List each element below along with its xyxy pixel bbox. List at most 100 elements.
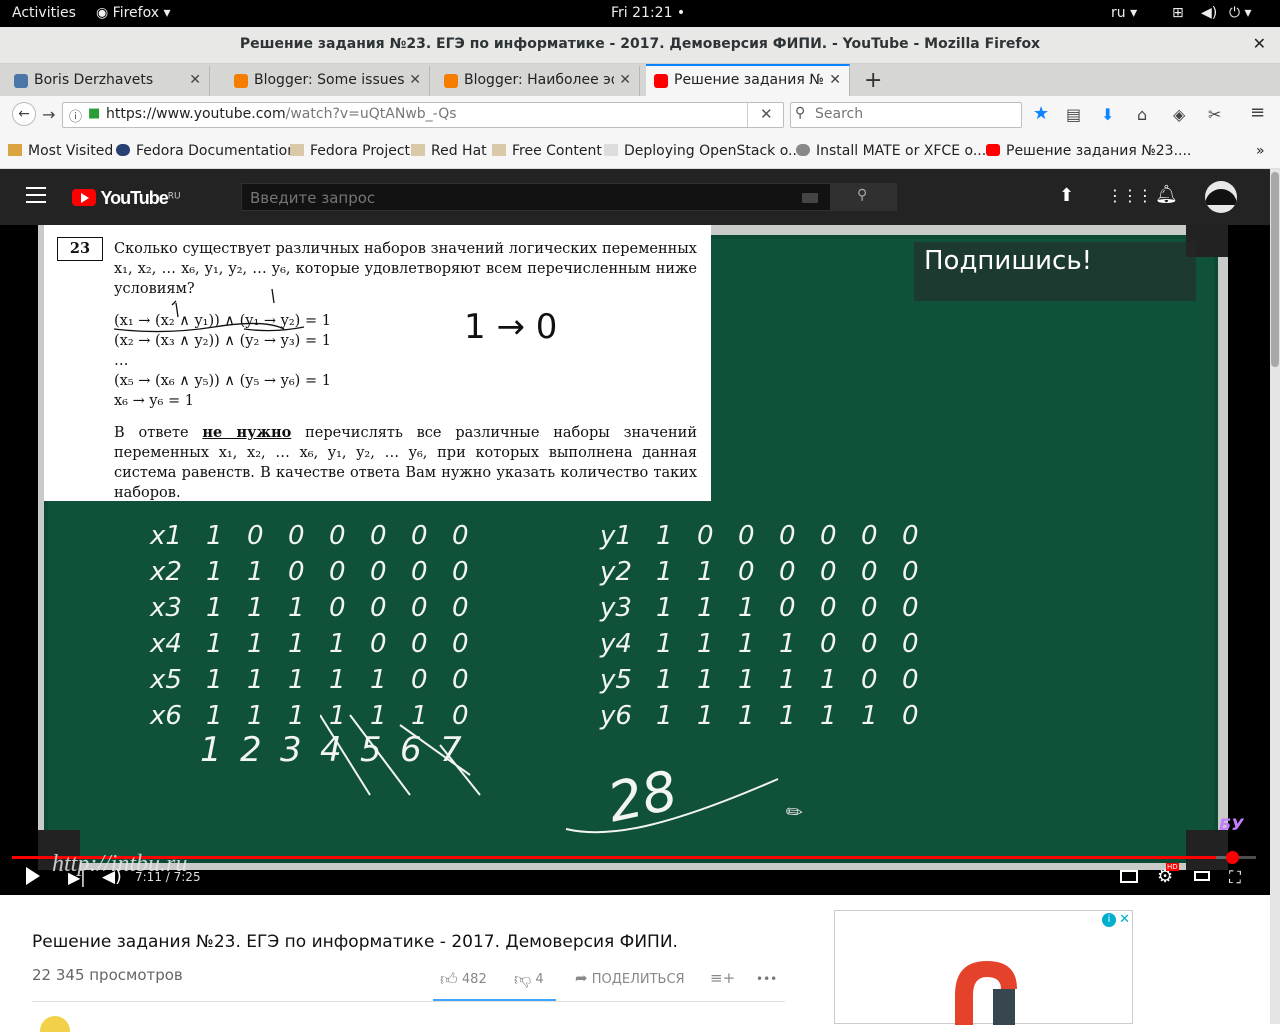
back-icon[interactable]: ← [12, 102, 36, 126]
keyboard-icon[interactable] [802, 193, 818, 203]
like-count: 482 [461, 972, 487, 987]
bookmark-label: Deploying OpenStack o... [624, 143, 802, 159]
subtitles-icon[interactable] [1120, 870, 1138, 883]
bookmark-deploying-openstack[interactable]: Deploying OpenStack o... [604, 143, 801, 159]
avatar[interactable] [1205, 181, 1237, 213]
chalk-cell: 1 [820, 701, 837, 731]
chalk-cell: 1 [779, 701, 796, 731]
tab-strip: Boris Derzhavets ✕ Blogger: Some issues … [0, 64, 1280, 96]
fullscreen-icon[interactable]: ⛶ [1229, 868, 1241, 888]
chalk-cell: 1 [656, 593, 673, 623]
search-box[interactable]: ⚲ [790, 102, 1022, 128]
share-button[interactable]: ➦ ПОДЕЛИТЬСЯ [575, 969, 685, 987]
ad-info-icon[interactable]: i [1102, 913, 1116, 927]
clear-url-icon[interactable]: ✕ [760, 105, 773, 123]
ad-banner[interactable]: i ✕ [834, 910, 1133, 1025]
youtube-search-button[interactable]: ⚲ [831, 183, 897, 211]
bookmark-star-icon[interactable]: ★ [1033, 103, 1049, 124]
dislike-button[interactable]: 👎︎ 4 [514, 969, 544, 990]
notifications-bell-icon[interactable]: 🔔︎ [1155, 184, 1178, 205]
url-bar[interactable]: ⓘ ■ https://www.youtube.com/watch?v=uQtA… [62, 102, 784, 128]
chalk-strikethroughs [320, 714, 481, 796]
bookmark-red-hat[interactable]: Red Hat [411, 143, 487, 159]
download-icon[interactable]: ⬇ [1101, 105, 1114, 124]
play-icon[interactable] [26, 867, 40, 885]
language-indicator[interactable]: ru ▾ [1111, 5, 1137, 21]
chalk-row-label: x2 [150, 557, 182, 587]
tab-label: Blogger: Наиболее эфф [464, 72, 614, 88]
more-actions-button[interactable]: ••• [756, 972, 777, 986]
screenshot-icon[interactable]: ✂ [1208, 105, 1221, 124]
progress-bar[interactable] [12, 856, 1256, 859]
tab-blogger-issues[interactable]: Blogger: Some issues re ✕ [226, 66, 430, 96]
chalk-cell: 1 [206, 593, 223, 623]
bookmark-fedora-project[interactable]: Fedora Project [290, 143, 410, 159]
bookmarks-overflow-icon[interactable]: » [1256, 143, 1265, 159]
forward-icon[interactable]: → [42, 105, 55, 124]
tab-close-icon[interactable]: ✕ [409, 72, 421, 88]
add-to-playlist-icon[interactable]: ≡+ [710, 969, 735, 987]
bookmark-fedora-docs[interactable]: Fedora Documentation [116, 143, 296, 159]
chalk-cell: 0 [902, 701, 919, 731]
pocket-icon[interactable]: ◈ [1173, 105, 1185, 124]
chalk-cell: 1 [861, 701, 878, 731]
channel-watermark-logo[interactable]: БУ [1219, 815, 1244, 834]
upload-icon[interactable]: ⬆ [1059, 185, 1074, 206]
tab-blogger-effective[interactable]: Blogger: Наиболее эфф ✕ [436, 66, 640, 96]
chalk-cell: 0 [738, 557, 755, 587]
channel-avatar[interactable] [40, 1016, 70, 1032]
chalk-cell: 1 [288, 629, 305, 659]
info-icon[interactable]: ⓘ [69, 106, 82, 125]
app-menu-button[interactable]: ◉ Firefox ▾ [96, 5, 171, 21]
search-icon: ⚲ [795, 105, 806, 121]
youtube-search-field[interactable] [241, 183, 831, 211]
bookmark-free-content[interactable]: Free Content [492, 143, 602, 159]
scrollbar-thumb[interactable] [1271, 172, 1279, 367]
tab-close-icon[interactable]: ✕ [189, 72, 201, 88]
apps-grid-icon[interactable]: ⋮⋮⋮ [1107, 186, 1153, 205]
youtube-search-input[interactable] [248, 188, 792, 208]
chalk-cell: 1 [697, 629, 714, 659]
answer-pre: В ответе [114, 425, 203, 441]
home-icon[interactable]: ⌂ [1137, 105, 1147, 124]
activities-button[interactable]: Activities [12, 5, 76, 21]
bookmark-most-visited[interactable]: Most Visited [8, 143, 113, 159]
menu-icon[interactable]: ≡ [1250, 102, 1265, 123]
video-player[interactable]: 23 Сколько существует различных наборов … [0, 225, 1270, 895]
tab-close-icon[interactable]: ✕ [829, 72, 841, 88]
chalk-cell: 1 [656, 701, 673, 731]
tab-youtube-active[interactable]: Решение задания №23. ✕ [646, 64, 850, 96]
ad-close-icon[interactable]: ✕ [1119, 912, 1130, 927]
bookmark-install-mate[interactable]: Install MATE or XFCE o... [796, 143, 986, 159]
chalk-cell: 0 [738, 521, 755, 551]
like-button[interactable]: 👍︎ 482 [440, 969, 487, 990]
youtube-logo[interactable]: YouTubeRU [72, 188, 181, 209]
volume-icon[interactable]: ◀) [1201, 5, 1217, 21]
chalk-cell: 0 [902, 665, 919, 695]
chalk-cell: 1 [697, 665, 714, 695]
chalk-cell: 1 [697, 557, 714, 587]
guide-menu-icon[interactable] [26, 187, 46, 203]
chalk-cell: 0 [820, 629, 837, 659]
theater-mode-icon[interactable] [1194, 871, 1210, 881]
window-close-icon[interactable]: ✕ [1253, 34, 1266, 53]
chalk-row-label: x1 [150, 521, 182, 551]
chalk-row-label: y1 [600, 521, 632, 551]
chalk-cell: 0 [329, 593, 346, 623]
clock[interactable]: Fri 21:21 • [611, 5, 685, 21]
chalk-cell: 0 [779, 557, 796, 587]
new-tab-icon[interactable]: + [864, 68, 882, 93]
search-input[interactable] [813, 105, 1017, 123]
network-icon[interactable]: ⊞ [1172, 5, 1184, 21]
power-icon[interactable]: ⏻ ▾ [1229, 5, 1252, 21]
chalk-cell: 1 [656, 665, 673, 695]
tab-boris[interactable]: Boris Derzhavets ✕ [6, 66, 210, 96]
divider [32, 1001, 785, 1002]
settings-gear-icon[interactable]: ⚙ HD [1157, 863, 1179, 887]
progress-scrubber[interactable] [1226, 851, 1239, 864]
subscribe-overlay[interactable]: Подпишись! [914, 242, 1196, 301]
bookmark-youtube-task[interactable]: Решение задания №23.... [986, 143, 1191, 159]
chalk-result-underline [565, 778, 779, 834]
tab-close-icon[interactable]: ✕ [619, 72, 631, 88]
reading-list-icon[interactable]: ▤ [1066, 105, 1081, 124]
